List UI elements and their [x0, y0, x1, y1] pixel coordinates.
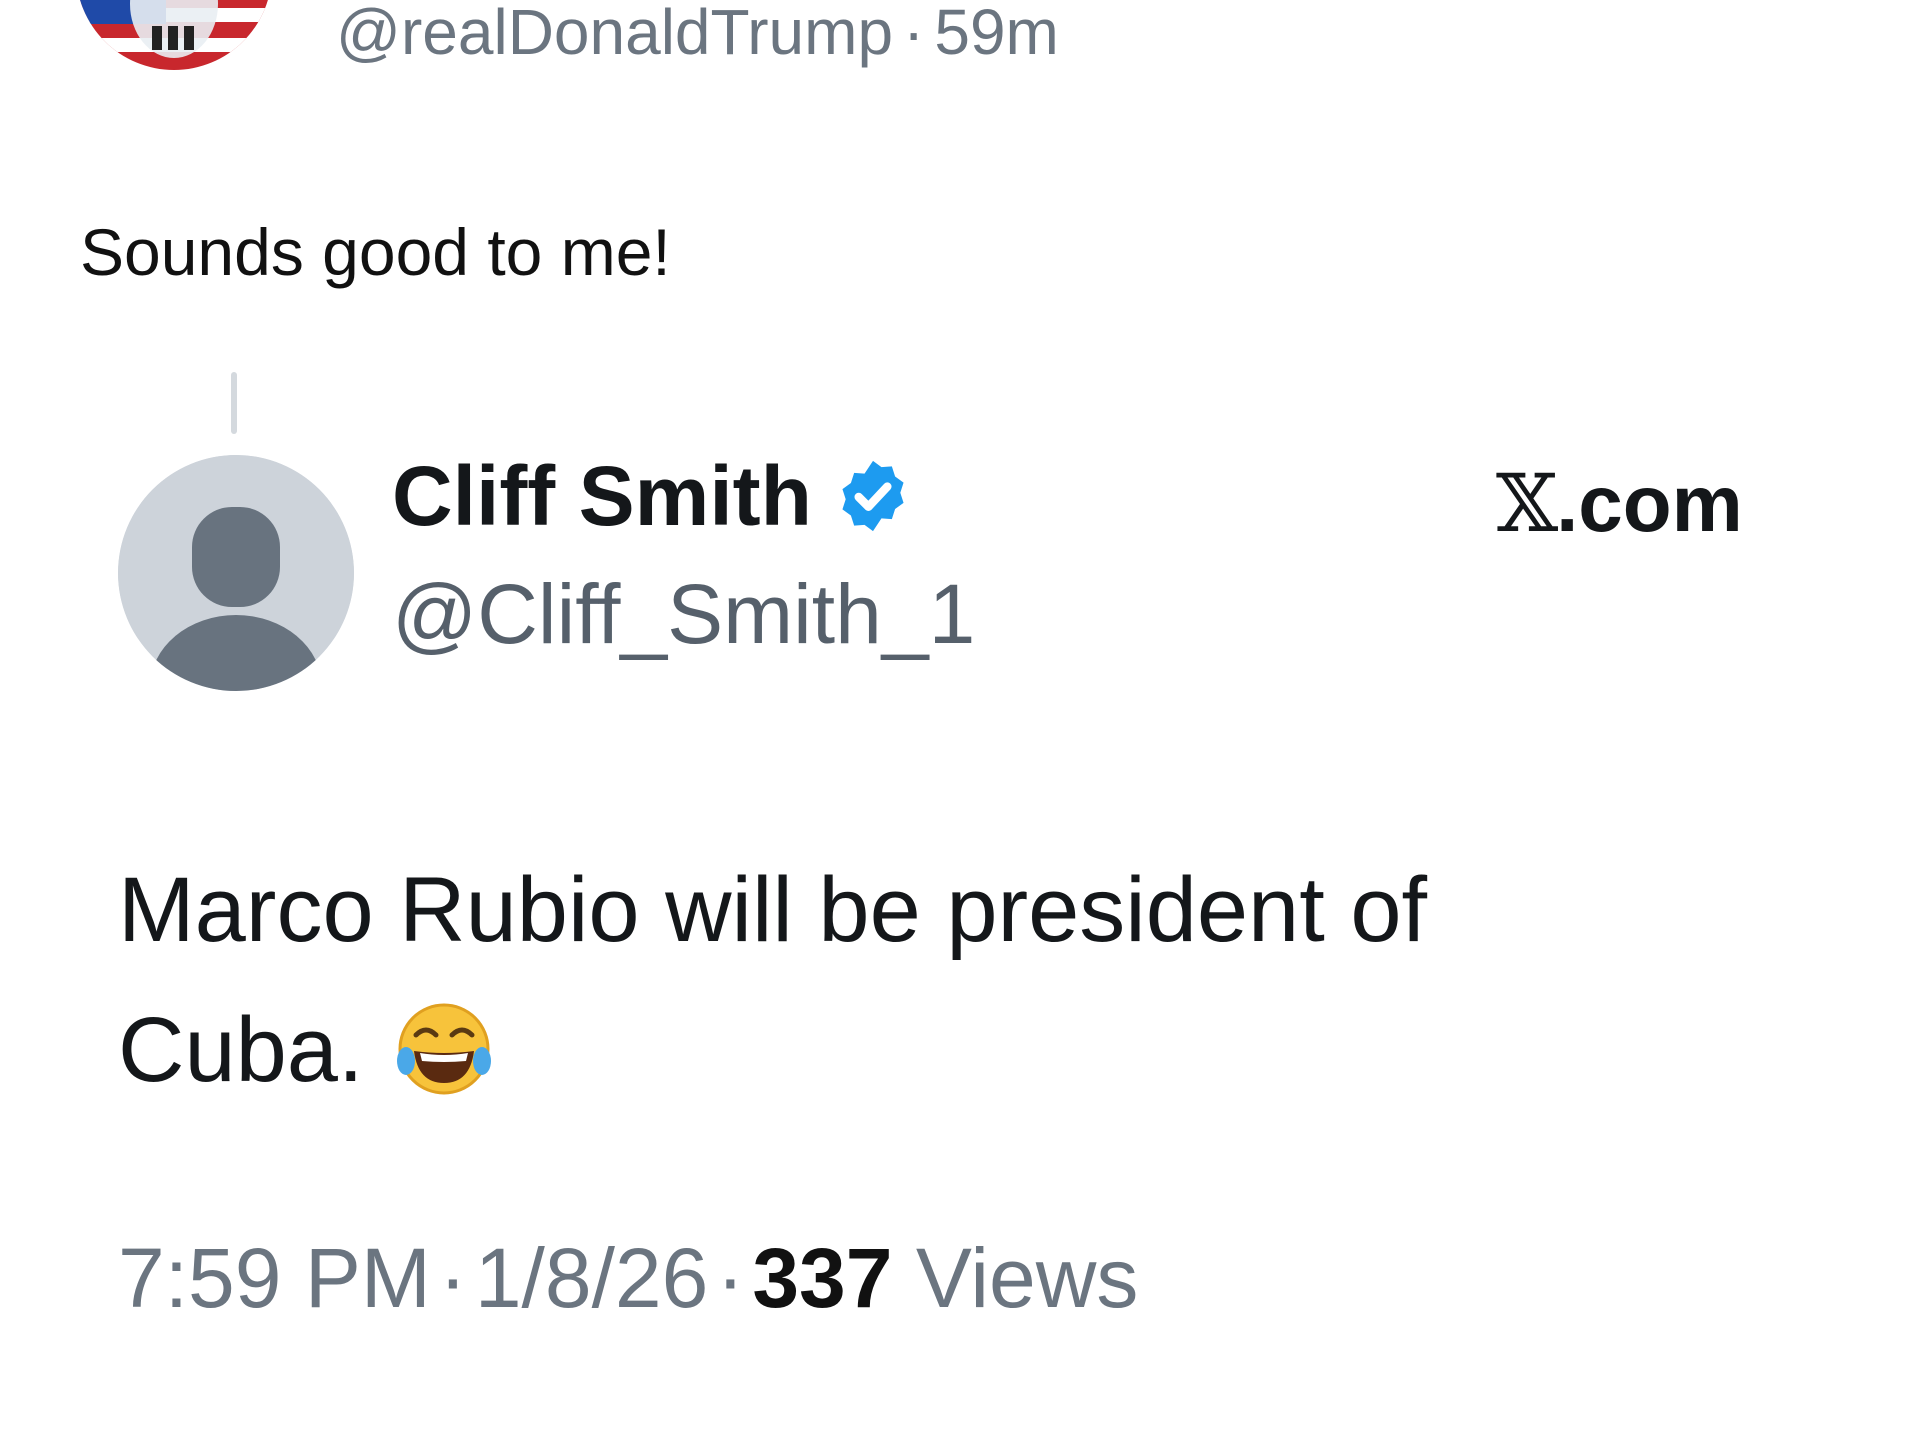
quoted-author-avatar[interactable] [118, 455, 354, 691]
footer-separator-1: · [438, 1231, 467, 1325]
face-with-tears-of-joy-icon [394, 999, 494, 1099]
quoted-author-name-row[interactable]: Cliff Smith [392, 448, 912, 544]
x-com-logo: 𝕏.com [1496, 456, 1743, 552]
default-profile-icon [118, 455, 354, 691]
poster-handle[interactable]: @realDonaldTrump [336, 0, 893, 68]
views-label: Views [915, 1231, 1139, 1325]
footer-separator-2: · [716, 1231, 745, 1325]
post-time[interactable]: 7:59 PM [118, 1231, 431, 1325]
poster-meta: @realDonaldTrump · 59m [336, 0, 1059, 68]
quoted-text-line-1: Marco Rubio will be president of [118, 859, 1428, 961]
quoted-post-text: Marco Rubio will be president of Cuba. [118, 840, 1768, 1120]
thread-connector-line [231, 372, 237, 434]
poster-avatar[interactable] [76, 0, 272, 70]
flag-skull-avatar-icon [76, 0, 272, 70]
post-date[interactable]: 1/8/26 [475, 1231, 709, 1325]
quoted-text-line-2-row: Cuba. [118, 980, 1768, 1120]
views-count: 337 [752, 1231, 893, 1325]
x-logo-icon: 𝕏 [1496, 457, 1558, 550]
post-age[interactable]: 59m [934, 0, 1059, 68]
screenshot-page: @realDonaldTrump · 59m Sounds good to me! … [0, 0, 1920, 1441]
quoted-post-footer: 7:59 PM·1/8/26·337 Views [118, 1230, 1138, 1326]
quoted-text-line-2: Cuba. [118, 999, 364, 1101]
quoted-author-handle[interactable]: @Cliff_Smith_1 [392, 566, 975, 662]
x-logo-suffix: .com [1556, 459, 1743, 548]
post-body-text: Sounds good to me! [80, 215, 671, 289]
verified-badge-icon [834, 457, 912, 535]
quoted-author-name[interactable]: Cliff Smith [392, 448, 812, 544]
meta-separator: · [903, 0, 925, 68]
